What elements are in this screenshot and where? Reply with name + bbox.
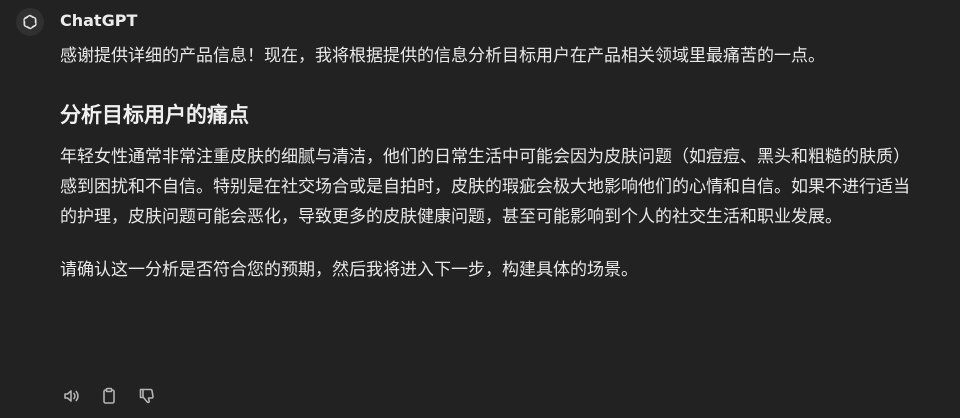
body-paragraph: 年轻女性通常非常注重皮肤的细腻与清洁，他们的日常生活中可能会因为皮肤问题（如痘痘… (60, 147, 910, 227)
openai-logo-icon (23, 14, 37, 30)
intro-paragraph: 感谢提供详细的产品信息！现在，我将根据提供的信息分析目标用户在产品相关领域里最痛… (60, 46, 825, 66)
copy-button[interactable] (98, 385, 120, 407)
read-aloud-button[interactable] (60, 385, 82, 407)
message-content: 感谢提供详细的产品信息！现在，我将根据提供的信息分析目标用户在产品相关领域里最痛… (60, 41, 920, 285)
chatgpt-avatar (16, 8, 44, 36)
section-heading: 分析目标用户的痛点 (60, 103, 249, 127)
message-actions (60, 385, 158, 407)
thumbs-down-icon (139, 388, 154, 404)
bad-response-button[interactable] (136, 385, 158, 407)
sender-name: ChatGPT (60, 11, 138, 30)
speaker-icon (64, 390, 79, 402)
closing-paragraph: 请确认这一分析是否符合您的预期，然后我将进入下一步，构建具体的场景。 (60, 260, 638, 280)
clipboard-icon (103, 387, 115, 404)
